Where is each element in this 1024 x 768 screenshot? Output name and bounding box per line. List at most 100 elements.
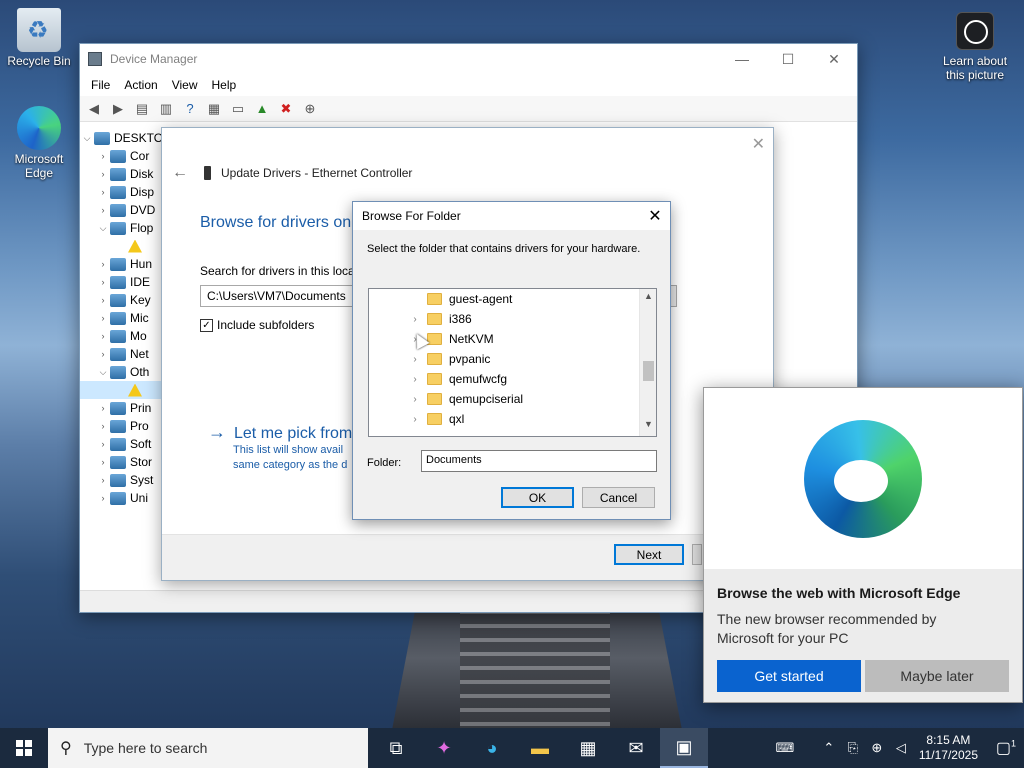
tree-item[interactable]: › Disp [80,183,164,201]
tree-item[interactable]: › IDE [80,273,164,291]
device-manager-taskbar-icon[interactable]: ▣ [660,728,708,768]
properties-sheet-icon[interactable]: ▤ [132,99,152,119]
store-icon[interactable]: ▦ [564,728,612,768]
collapse-toggle-icon[interactable]: ⌵ [80,133,94,144]
start-button[interactable] [0,728,48,768]
folder-item[interactable]: › qxl [369,409,464,429]
menu-action[interactable]: Action [117,78,164,92]
notification-center-icon[interactable]: ▢1 [988,738,1024,758]
expand-toggle-icon[interactable]: › [96,277,110,287]
expand-toggle-icon[interactable]: › [96,421,110,431]
scroll-down-icon[interactable]: ▼ [640,419,656,434]
minimize-button[interactable]: — [719,44,765,74]
back-arrow-icon[interactable]: ← [172,164,188,182]
collapse-toggle-icon[interactable]: ⌵ [96,367,110,378]
tree-item[interactable]: ⌵ Flop [80,219,164,237]
cancel-button[interactable]: Cancel [582,487,655,508]
menu-file[interactable]: File [84,78,117,92]
tree-item[interactable]: › Stor [80,453,164,471]
globe-icon[interactable]: ⊕ [865,740,889,756]
tree-item-warning[interactable] [80,237,164,255]
driver-path-input[interactable]: C:\Users\VM7\Documents [200,285,360,307]
folder-item[interactable]: › pvpanic [369,349,490,369]
expand-toggle-icon[interactable]: › [96,205,110,215]
mail-icon[interactable]: ✉ [612,728,660,768]
maybe-later-button[interactable]: Maybe later [865,660,1009,692]
tree-item[interactable]: › Net [80,345,164,363]
get-started-button[interactable]: Get started [717,660,861,692]
folder-item[interactable]: › qemufwcfg [369,369,507,389]
cancel-button-partial[interactable] [692,544,702,565]
edge-desktop-icon[interactable]: Microsoft Edge [1,106,77,180]
scan-monitor-icon[interactable]: ▭ [228,99,248,119]
folder-item[interactable]: guest-agent [369,289,512,309]
browse-titlebar[interactable]: Browse For Folder ✕ [353,202,670,230]
expand-toggle-icon[interactable]: › [96,295,110,305]
expand-toggle-icon[interactable]: › [96,313,110,323]
expand-toggle-icon[interactable]: › [96,187,110,197]
maximize-button[interactable]: ☐ [765,44,811,74]
tree-item[interactable]: › DVD [80,201,164,219]
tree-item-ethernet-selected[interactable] [80,381,164,399]
folder-tree-scrollbar[interactable]: ▲ ▼ [639,289,656,436]
pick-from-list-link[interactable]: → Let me pick from [208,422,352,443]
expand-icon[interactable]: › [409,414,421,425]
tree-item[interactable]: › Mo [80,327,164,345]
tree-item[interactable]: › Soft [80,435,164,453]
task-view-icon[interactable]: ⧉ [372,728,420,768]
details-icon[interactable]: ▥ [156,99,176,119]
scroll-up-icon[interactable]: ▲ [640,291,656,306]
back-arrow-icon[interactable]: ◀ [84,99,104,119]
clock[interactable]: 8:15 AM 11/17/2025 [919,733,978,763]
folder-item[interactable]: › i386 [369,309,471,329]
chevron-up-icon[interactable]: ⌃ [817,740,841,756]
expand-toggle-icon[interactable]: › [96,169,110,179]
close-icon[interactable]: ✕ [640,206,670,226]
expand-icon[interactable]: › [409,314,421,325]
file-explorer-icon[interactable]: ▬ [516,728,564,768]
tree-item[interactable]: › Prin [80,399,164,417]
expand-toggle-icon[interactable]: › [96,439,110,449]
folder-input[interactable]: Documents [421,450,657,472]
network-adapter-icon[interactable]: ⎘ [841,740,865,756]
close-button[interactable]: ✕ [811,44,857,74]
checkbox-check-icon[interactable]: ✓ [200,318,213,332]
menu-view[interactable]: View [165,78,205,92]
tree-item[interactable]: › Key [80,291,164,309]
expand-icon[interactable]: › [409,394,421,405]
expand-toggle-icon[interactable]: › [96,349,110,359]
tree-item[interactable]: › Hun [80,255,164,273]
forward-arrow-icon[interactable]: ▶ [108,99,128,119]
update-driver-icon[interactable]: ▲ [252,99,272,119]
expand-toggle-icon[interactable]: › [96,151,110,161]
tree-item[interactable]: › Cor [80,147,164,165]
expand-toggle-icon[interactable]: › [96,475,110,485]
help-icon[interactable]: ? [180,99,200,119]
tree-item[interactable]: › Disk [80,165,164,183]
copilot-icon[interactable]: ✦ [420,728,468,768]
ok-button[interactable]: OK [501,487,574,508]
edge-taskbar-icon[interactable]: ◕ [468,728,516,768]
keyboard-icon[interactable]: ⌨ [773,740,797,756]
folder-item[interactable]: › qemupciserial [369,389,523,409]
expand-toggle-icon[interactable]: › [96,457,110,467]
learn-picture-desktop-icon[interactable]: Learn about this picture [937,12,1013,82]
tree-item[interactable]: › Mic [80,309,164,327]
tree-item[interactable]: › Uni [80,489,164,507]
taskbar-search[interactable]: ⚲ Type here to search [48,728,368,768]
recycle-bin-desktop-icon[interactable]: Recycle Bin [1,8,77,68]
download-circle-icon[interactable]: ⊕ [300,99,320,119]
tree-item[interactable]: ⌵ Oth [80,363,164,381]
collapse-toggle-icon[interactable]: ⌵ [96,223,110,234]
tree-item[interactable]: › Syst [80,471,164,489]
menu-help[interactable]: Help [205,78,244,92]
expand-toggle-icon[interactable]: › [96,403,110,413]
next-button[interactable]: Next [614,544,684,565]
expand-toggle-icon[interactable]: › [96,331,110,341]
expand-icon[interactable]: › [409,374,421,385]
tree-item-computer[interactable]: ⌵ DESKTO [80,129,164,147]
volume-muted-icon[interactable]: ◁ [889,740,913,756]
include-subfolders-checkbox[interactable]: ✓ Include subfolders [200,318,314,332]
device-manager-titlebar[interactable]: Device Manager — ☐ ✕ [80,44,857,74]
expand-icon[interactable]: › [409,354,421,365]
